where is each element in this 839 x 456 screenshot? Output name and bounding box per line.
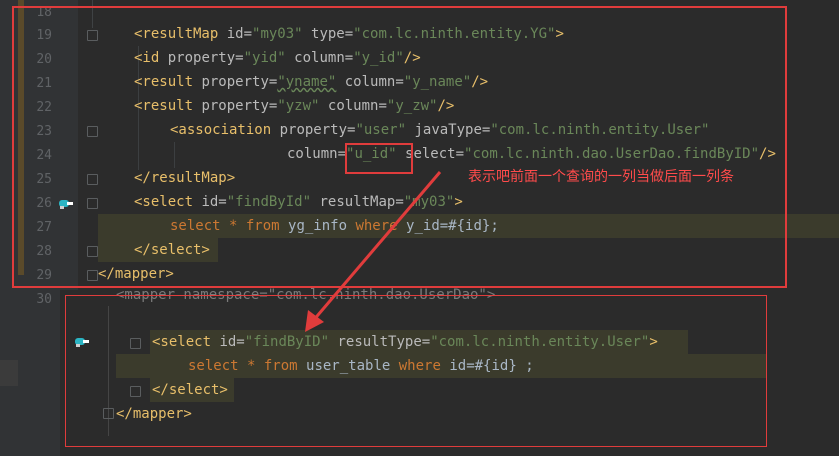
annotation-box-bottom bbox=[65, 295, 767, 447]
annotation-text: 表示吧前面一个查询的一列当做后面一列条 bbox=[468, 169, 734, 185]
line-number: 30 bbox=[36, 292, 52, 307]
editor-top[interactable]: 18 19 20 21 22 23 24 25 26 27 28 29 <res… bbox=[0, 0, 839, 290]
editor-bottom[interactable]: 30 <mapper namespace="com.lc.ninth.dao.U… bbox=[0, 287, 839, 456]
annotation-box-uid bbox=[345, 143, 413, 174]
scroll-marker bbox=[0, 360, 18, 386]
